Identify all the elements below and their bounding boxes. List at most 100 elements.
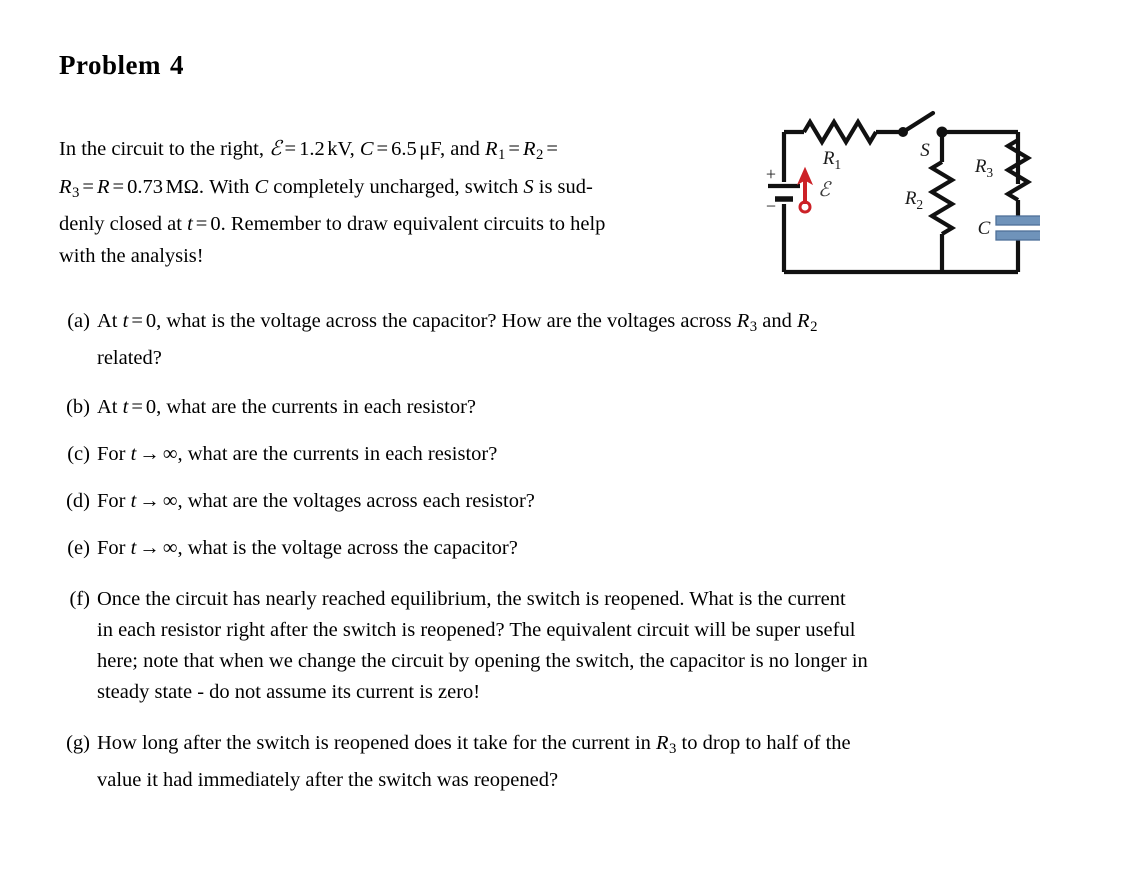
comma-2: , <box>440 138 446 160</box>
qg-r3-subscript: 3 <box>669 741 677 758</box>
label-r3-subscript: 3 <box>986 165 993 180</box>
question-body-f: Once the circuit has nearly reached equi… <box>97 584 1030 708</box>
r2-symbol: R <box>522 138 536 160</box>
emf-symbol: ℰ <box>269 138 282 160</box>
emf-arrow-base-circle <box>798 200 812 214</box>
equals-2: = <box>376 138 389 160</box>
intro-text-4: is sud- <box>538 175 593 198</box>
question-f-line-1: Once the circuit has nearly reached equi… <box>97 588 846 611</box>
qa-r2-subscript: 2 <box>810 319 818 336</box>
qe-infinity: ∞ <box>162 537 178 560</box>
qg-r3-symbol: R <box>656 732 669 755</box>
question-body-c: For t → ∞, what are the currents in each r… <box>97 439 1030 470</box>
problem-statement-line-2: R3 = R = 0.73 MΩ. With C completely uncharged… <box>59 172 747 210</box>
capacitor-top-plate <box>995 215 1042 226</box>
label-r2-subscript: 2 <box>916 197 923 212</box>
emf-value: 1.2 <box>299 138 325 160</box>
qd-text-2: , what are the voltages across each resi… <box>177 490 535 513</box>
question-item-b: (b) At t = 0, what are the currents in eac… <box>52 392 1030 423</box>
conjunction-and: and <box>450 138 480 160</box>
qb-text-1: At <box>97 396 118 419</box>
page-title-number: 4 <box>169 50 184 80</box>
circuit-diagram-svg: R1 S R2 R3 C + − ℰ <box>766 110 1042 275</box>
question-tag-f: (f) <box>69 588 90 611</box>
question-body-a: At t = 0, what is the voltage across the c… <box>97 306 1030 374</box>
question-b-line-1: At t = 0, what are the currents in each re… <box>97 392 1030 423</box>
resistor-r1-symbol <box>802 117 878 147</box>
question-item-c: (c) For t → ∞, what are the currents in ea… <box>52 439 1030 470</box>
problem-statement-line-4: with the analysis! <box>59 241 747 273</box>
question-a-line-1: At t = 0, what is the voltage across the c… <box>97 306 1030 343</box>
label-capacitor: C <box>978 218 991 239</box>
qa-r3-subscript: 3 <box>749 319 758 336</box>
label-battery-plus: + <box>766 164 776 184</box>
question-item-f: (f) Once the circuit has nearly reached … <box>52 584 1030 708</box>
question-f-line-2: in each resistor right after the switch … <box>97 619 856 642</box>
question-item-e: (e) For t → ∞, what is the voltage across … <box>52 533 1030 564</box>
question-tag-c: (c) <box>67 443 90 466</box>
label-battery-minus: − <box>766 196 776 216</box>
label-r1-letter: R <box>822 148 835 169</box>
document-page: Problem 4 In the circuit to the right, ℰ =… <box>0 0 1142 882</box>
switch-pivot-dot <box>898 127 908 137</box>
question-tag-a: (a) <box>67 310 90 332</box>
r-symbol: R <box>96 175 110 198</box>
capacitance-value: 6.5 <box>391 138 417 160</box>
question-g-line-2: value it had immediately after the switc… <box>97 769 559 792</box>
equals-4: = <box>546 138 558 160</box>
capacitance-symbol: C <box>359 138 374 160</box>
equals-7: = <box>195 213 208 236</box>
qg-text-1: How long after the switch is reopened do… <box>97 732 651 755</box>
qc-infinity: ∞ <box>162 443 178 466</box>
intro-text-5: denly closed at <box>59 213 182 236</box>
r-value: 0.73 <box>127 175 163 198</box>
question-d-line-1: For t → ∞, what are the voltages across ea… <box>97 486 1030 517</box>
switch-blade[interactable] <box>900 110 936 135</box>
capacitance-unit: μF <box>419 138 440 160</box>
time-value: 0 <box>210 213 221 236</box>
capacitor-bottom-plate <box>995 230 1042 241</box>
qd-arrow: → <box>139 490 160 513</box>
qc-text-1: For <box>97 443 126 466</box>
question-f-line-4: steady state - do not assume its current… <box>97 681 481 704</box>
r-unit: MΩ <box>165 175 199 198</box>
intro-text-1: In the circuit to the right, <box>59 138 264 160</box>
label-r2-letter: R <box>904 188 917 209</box>
label-r1: R1 <box>822 148 841 172</box>
qa-r3-symbol: R <box>736 310 750 332</box>
question-a-line-2: related? <box>97 347 162 370</box>
period-2: . <box>220 213 226 236</box>
qa-time-value: 0 <box>145 310 157 332</box>
label-emf: ℰ <box>818 179 832 201</box>
qc-arrow: → <box>139 443 160 466</box>
equals-1: = <box>284 138 297 160</box>
question-tag-d: (d) <box>66 490 90 513</box>
label-r3-letter: R <box>974 156 987 177</box>
intro-text-2: With <box>209 175 250 198</box>
resistor-r2-symbol <box>927 160 957 236</box>
capacitance-symbol-2: C <box>254 175 269 198</box>
page-title-word: Problem <box>59 50 161 80</box>
comma-1: , <box>349 138 355 160</box>
qe-text-1: For <box>97 537 126 560</box>
label-switch: S <box>920 140 930 161</box>
question-tag-g: (g) <box>66 732 90 755</box>
intro-text-7: with the analysis! <box>59 244 204 267</box>
question-body-b: At t = 0, what are the currents in each re… <box>97 392 1030 423</box>
question-item-a: (a) At t = 0, what is the voltage across t… <box>52 306 1030 374</box>
r1-symbol: R <box>484 138 498 160</box>
qe-text-2: , what is the voltage across the capacit… <box>177 537 518 560</box>
qa-text-2: , what is the voltage across the capacit… <box>156 310 732 332</box>
intro-text-3: completely uncharged, switch <box>273 175 519 198</box>
qg-text-2: to drop to half of the <box>681 732 851 755</box>
question-c-line-1: For t → ∞, what are the currents in each r… <box>97 439 1030 470</box>
equals-6: = <box>112 175 125 198</box>
period-1: . <box>198 175 205 198</box>
qb-text-2: , what are the currents in each resistor… <box>156 396 477 419</box>
question-tag-e: (e) <box>67 537 90 560</box>
qe-arrow: → <box>139 537 160 560</box>
question-tag-b: (b) <box>66 396 90 419</box>
question-list: (a) At t = 0, what is the voltage across t… <box>52 306 1030 812</box>
equals-3: = <box>508 138 520 160</box>
qa-text-1: At <box>97 310 118 332</box>
